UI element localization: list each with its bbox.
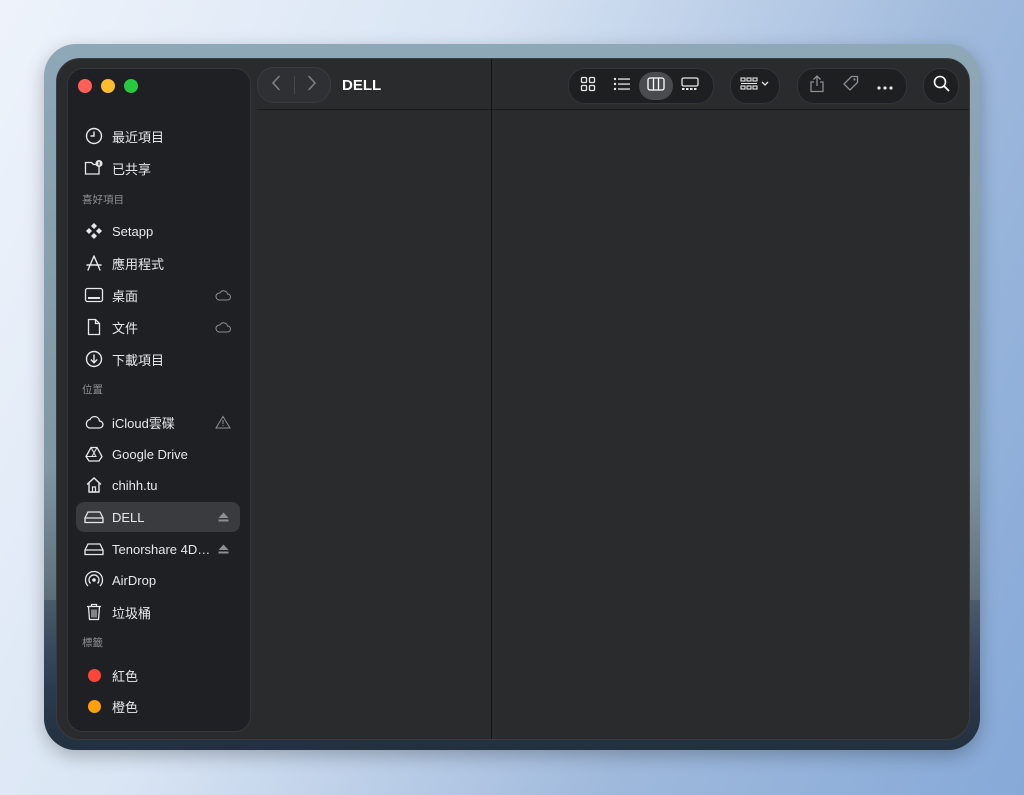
sidebar-item-label: 已共享 (112, 161, 152, 177)
google-drive-icon (84, 444, 104, 464)
trash-icon (84, 602, 104, 622)
sidebar-item-documents[interactable]: 文件 (76, 312, 240, 342)
eject-icon[interactable] (214, 512, 232, 522)
clock-icon (84, 126, 104, 146)
favorites-section-header: 喜好項目 (82, 194, 124, 206)
share-icon (809, 74, 825, 98)
sidebar-item-google-drive[interactable]: Google Drive (76, 439, 240, 469)
sidebar-item-tag-orange[interactable]: 橙色 (76, 691, 240, 721)
sidebar-item-label: 黃色 (112, 728, 240, 732)
back-button[interactable] (258, 68, 294, 102)
column-view-icon (647, 76, 665, 96)
sidebar-item-label: 下載項目 (112, 352, 165, 368)
sidebar-item-setapp[interactable]: Setapp (76, 216, 240, 246)
column-view-button[interactable] (639, 72, 673, 100)
sidebar-item-dell[interactable]: DELL (76, 502, 240, 532)
icloud-icon (214, 289, 232, 301)
share-button[interactable] (800, 72, 834, 100)
document-icon (84, 317, 104, 337)
finder-window: 最近項目 已共享 喜好項目 Setapp 應用程式 桌面 文件 下載項目 位置 … (56, 58, 970, 740)
sidebar-item-label: 文件 (112, 320, 139, 336)
setapp-icon (84, 221, 104, 241)
yellow-tag-dot (84, 727, 104, 731)
sidebar-item-label: Google Drive (112, 446, 188, 462)
icon-view-icon (580, 76, 596, 97)
sidebar-item-recents[interactable]: 最近項目 (76, 121, 240, 151)
browser-column-1[interactable] (257, 110, 491, 739)
action-group (797, 68, 907, 104)
download-icon (84, 349, 104, 369)
navigation-buttons (257, 67, 331, 103)
search-button[interactable] (923, 68, 959, 104)
sidebar-item-label: DELL (112, 509, 145, 525)
group-by-button[interactable] (733, 72, 777, 100)
sidebar-item-label: 紅色 (112, 668, 139, 684)
sidebar-item-trash[interactable]: 垃圾桶 (76, 597, 240, 627)
drive-icon (84, 539, 104, 559)
sidebar-item-label: 最近項目 (112, 129, 165, 145)
sidebar-item-label: AirDrop (112, 572, 157, 588)
shared-folder-icon (84, 158, 104, 178)
sidebar-item-home[interactable]: chihh.tu (76, 470, 240, 500)
forward-button[interactable] (294, 68, 330, 102)
more-button[interactable] (868, 72, 902, 100)
sidebar-item-tag-red[interactable]: 紅色 (76, 660, 240, 690)
zoom-button[interactable] (124, 79, 138, 93)
list-view-icon (613, 77, 631, 96)
sidebar-item-shared[interactable]: 已共享 (76, 153, 240, 183)
red-tag-dot (84, 665, 104, 685)
sidebar: 最近項目 已共享 喜好項目 Setapp 應用程式 桌面 文件 下載項目 位置 … (67, 68, 251, 732)
minimize-button[interactable] (101, 79, 115, 93)
airdrop-icon (84, 570, 104, 590)
tag-icon (842, 75, 860, 98)
window-title: DELL (342, 77, 382, 94)
sidebar-item-tenorshare[interactable]: Tenorshare 4DDiG (76, 534, 240, 564)
sidebar-item-label: Tenorshare 4DDiG (112, 541, 214, 557)
sidebar-item-downloads[interactable]: 下載項目 (76, 344, 240, 374)
search-icon (933, 75, 950, 97)
sidebar-item-label: 應用程式 (112, 256, 165, 272)
sidebar-item-label: Setapp (112, 223, 154, 239)
applications-icon (84, 253, 104, 273)
close-button[interactable] (78, 79, 92, 93)
sidebar-item-label: 垃圾桶 (112, 605, 152, 621)
icon-view-button[interactable] (571, 72, 605, 100)
icloud-icon (214, 321, 232, 333)
group-by-control (730, 68, 780, 104)
eject-icon[interactable] (214, 544, 232, 554)
gallery-view-icon (681, 76, 699, 96)
chevron-left-icon (271, 75, 281, 96)
home-icon (84, 475, 104, 495)
traffic-lights (78, 79, 138, 93)
sidebar-item-label: chihh.tu (112, 477, 158, 493)
desktop-icon (84, 285, 104, 305)
tag-button[interactable] (834, 72, 868, 100)
sidebar-item-airdrop[interactable]: AirDrop (76, 565, 240, 595)
sidebar-item-icloud[interactable]: iCloud雲碟 (76, 407, 240, 437)
sidebar-item-label: iCloud雲碟 (112, 415, 175, 431)
tags-section-header: 標籤 (82, 637, 103, 649)
locations-section-header: 位置 (82, 384, 103, 396)
sidebar-item-tag-yellow[interactable]: 黃色 (76, 722, 240, 732)
list-view-button[interactable] (605, 72, 639, 100)
group-by-icon (740, 76, 770, 96)
more-icon (877, 77, 893, 95)
warning-icon (214, 415, 232, 429)
drive-icon (84, 507, 104, 527)
chevron-right-icon (307, 75, 317, 96)
browser-column-2[interactable] (492, 110, 969, 739)
sidebar-item-label: 桌面 (112, 288, 139, 304)
sidebar-item-label: 橙色 (112, 699, 139, 715)
sidebar-item-desktop[interactable]: 桌面 (76, 280, 240, 310)
gallery-view-button[interactable] (673, 72, 707, 100)
sidebar-item-applications[interactable]: 應用程式 (76, 248, 240, 278)
cloud-icon (84, 412, 104, 432)
orange-tag-dot (84, 696, 104, 716)
view-switcher (568, 68, 714, 104)
